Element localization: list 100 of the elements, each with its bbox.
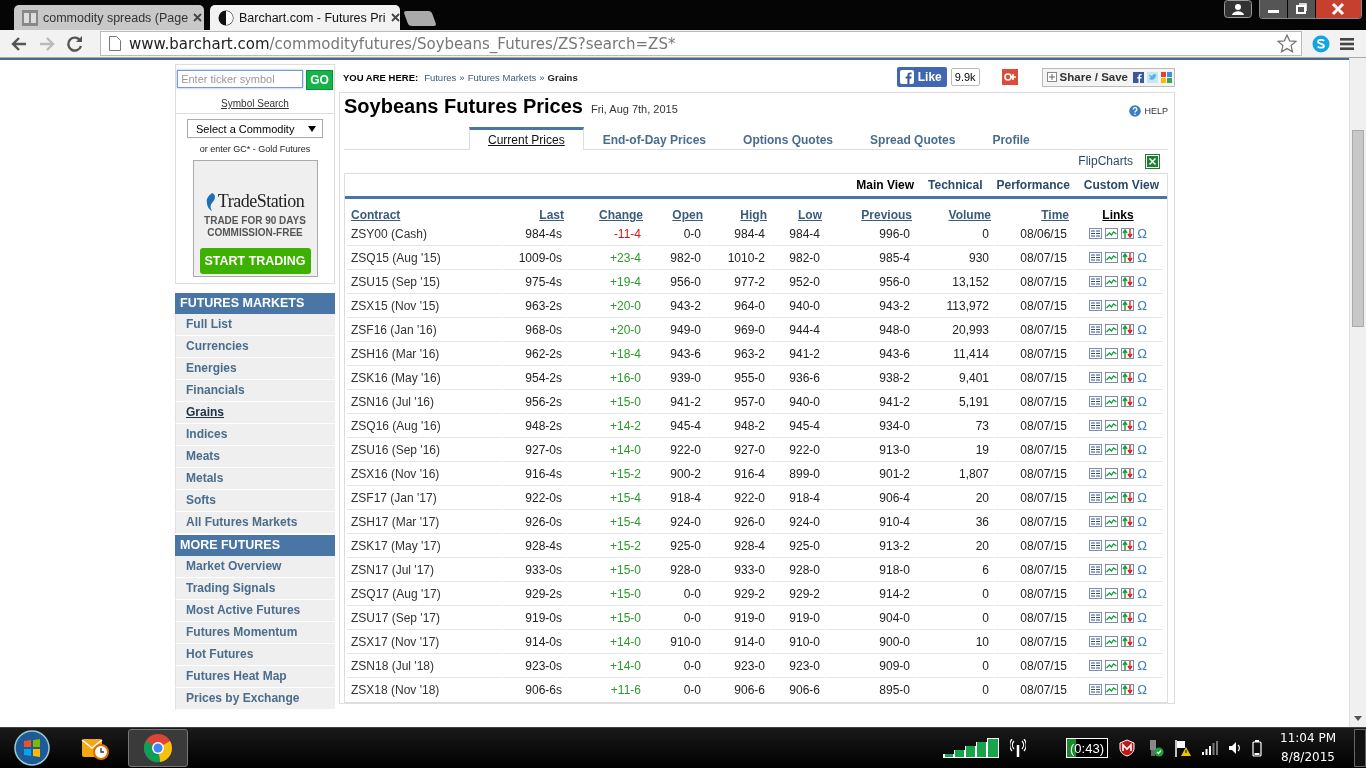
close-icon[interactable] bbox=[193, 13, 203, 22]
up-down-arrows-icon[interactable] bbox=[1121, 588, 1135, 599]
line-chart-icon[interactable] bbox=[1105, 516, 1119, 527]
up-down-arrows-icon[interactable] bbox=[1121, 372, 1135, 383]
table-cell[interactable]: ZSH17 (Mar '17) bbox=[347, 510, 503, 534]
sidebar-link[interactable]: Metals bbox=[175, 468, 335, 490]
commodity-select[interactable]: Select a Commodity bbox=[187, 119, 323, 138]
omega-link[interactable]: Ω bbox=[1137, 298, 1147, 313]
column-header[interactable]: Low bbox=[798, 208, 822, 222]
up-down-arrows-icon[interactable] bbox=[1121, 516, 1135, 527]
table-cell[interactable]: ZSK17 (May '17) bbox=[347, 534, 503, 558]
breadcrumb-link[interactable]: Futures bbox=[424, 71, 457, 83]
table-icon[interactable] bbox=[1089, 252, 1103, 263]
table-cell[interactable]: ZSX15 (Nov '15) bbox=[347, 294, 503, 318]
up-down-arrows-icon[interactable] bbox=[1121, 348, 1135, 359]
line-chart-icon[interactable] bbox=[1105, 612, 1119, 623]
column-header[interactable]: Last bbox=[539, 208, 564, 222]
line-chart-icon[interactable] bbox=[1105, 492, 1119, 503]
shield-icon[interactable] bbox=[1118, 739, 1136, 757]
line-chart-icon[interactable] bbox=[1105, 228, 1119, 239]
breadcrumb-link[interactable]: Futures Markets bbox=[467, 71, 537, 83]
table-cell[interactable]: ZSX18 (Nov '18) bbox=[347, 678, 503, 701]
up-down-arrows-icon[interactable] bbox=[1121, 636, 1135, 647]
scrollbar[interactable] bbox=[1349, 58, 1366, 727]
omega-link[interactable]: Ω bbox=[1137, 370, 1147, 385]
column-header[interactable]: Time bbox=[1041, 208, 1069, 222]
omega-link[interactable]: Ω bbox=[1137, 226, 1147, 241]
omega-link[interactable]: Ω bbox=[1137, 634, 1147, 649]
table-cell[interactable]: ZSQ17 (Aug '17) bbox=[347, 582, 503, 606]
share-save-button[interactable]: Share / Save bbox=[1041, 67, 1175, 87]
table-icon[interactable] bbox=[1089, 516, 1103, 527]
page-tab[interactable]: End-of-Day Prices bbox=[584, 127, 725, 149]
up-down-arrows-icon[interactable] bbox=[1121, 252, 1135, 263]
flag-warning-icon[interactable] bbox=[1174, 739, 1192, 757]
table-icon[interactable] bbox=[1089, 492, 1103, 503]
table-cell[interactable]: ZSU17 (Sep '17) bbox=[347, 606, 503, 630]
line-chart-icon[interactable] bbox=[1105, 276, 1119, 287]
browser-tab[interactable]: Barchart.com - Futures Pri bbox=[210, 5, 400, 30]
table-cell[interactable]: ZSX16 (Nov '16) bbox=[347, 462, 503, 486]
omega-link[interactable]: Ω bbox=[1137, 658, 1147, 673]
up-down-arrows-icon[interactable] bbox=[1121, 540, 1135, 551]
table-cell[interactable]: ZSF17 (Jan '17) bbox=[347, 486, 503, 510]
omega-link[interactable]: Ω bbox=[1137, 274, 1147, 289]
sidebar-link[interactable]: Softs bbox=[175, 490, 335, 512]
column-header[interactable]: High bbox=[740, 208, 767, 222]
up-down-arrows-icon[interactable] bbox=[1121, 660, 1135, 671]
start-orb-icon[interactable] bbox=[12, 728, 52, 768]
omega-link[interactable]: Ω bbox=[1137, 514, 1147, 529]
sidebar-link[interactable]: Hot Futures bbox=[175, 644, 335, 666]
line-chart-icon[interactable] bbox=[1105, 324, 1119, 335]
omega-link[interactable]: Ω bbox=[1137, 682, 1147, 697]
up-down-arrows-icon[interactable] bbox=[1121, 612, 1135, 623]
table-cell[interactable]: ZSN18 (Jul '18) bbox=[347, 654, 503, 678]
omega-link[interactable]: Ω bbox=[1137, 586, 1147, 601]
table-icon[interactable] bbox=[1089, 612, 1103, 623]
table-icon[interactable] bbox=[1089, 636, 1103, 647]
table-icon[interactable] bbox=[1089, 372, 1103, 383]
network-bars-icon[interactable] bbox=[1202, 741, 1218, 755]
table-icon[interactable] bbox=[1089, 444, 1103, 455]
table-icon[interactable] bbox=[1089, 420, 1103, 431]
sidebar-link[interactable]: Trading Signals bbox=[175, 578, 335, 600]
table-cell[interactable]: ZSU16 (Sep '16) bbox=[347, 438, 503, 462]
up-down-arrows-icon[interactable] bbox=[1121, 276, 1135, 287]
page-tab[interactable]: Current Prices bbox=[469, 127, 584, 150]
table-icon[interactable] bbox=[1089, 588, 1103, 599]
address-bar[interactable]: www.barchart.com/commodityfutures/Soybeans_Futures/ZS?search=ZS* bbox=[100, 31, 1302, 56]
table-icon[interactable] bbox=[1089, 348, 1103, 359]
line-chart-icon[interactable] bbox=[1105, 684, 1119, 695]
table-cell[interactable]: ZSQ16 (Aug '16) bbox=[347, 414, 503, 438]
line-chart-icon[interactable] bbox=[1105, 540, 1119, 551]
battery-icon[interactable] bbox=[1252, 739, 1262, 757]
line-chart-icon[interactable] bbox=[1105, 636, 1119, 647]
view-link[interactable]: Performance bbox=[996, 178, 1070, 192]
page-tab[interactable]: Options Quotes bbox=[725, 127, 852, 149]
line-chart-icon[interactable] bbox=[1105, 444, 1119, 455]
omega-link[interactable]: Ω bbox=[1137, 562, 1147, 577]
table-cell[interactable]: ZSN17 (Jul '17) bbox=[347, 558, 503, 582]
line-chart-icon[interactable] bbox=[1105, 420, 1119, 431]
table-cell[interactable]: ZSK16 (May '16) bbox=[347, 366, 503, 390]
omega-link[interactable]: Ω bbox=[1137, 418, 1147, 433]
line-chart-icon[interactable] bbox=[1105, 372, 1119, 383]
browser-tab[interactable]: commodity spreads (Page bbox=[14, 5, 204, 30]
column-header[interactable]: Volume bbox=[948, 208, 991, 222]
back-icon[interactable] bbox=[10, 35, 28, 52]
line-chart-icon[interactable] bbox=[1105, 660, 1119, 671]
sidebar-link[interactable]: Prices by Exchange bbox=[175, 688, 335, 710]
omega-link[interactable]: Ω bbox=[1137, 610, 1147, 625]
omega-link[interactable]: Ω bbox=[1137, 466, 1147, 481]
table-icon[interactable] bbox=[1089, 540, 1103, 551]
page-tab[interactable]: Spread Quotes bbox=[852, 127, 974, 149]
view-link[interactable]: Technical bbox=[928, 178, 983, 192]
scroll-thumb[interactable] bbox=[1352, 130, 1364, 327]
table-icon[interactable] bbox=[1089, 300, 1103, 311]
like-button[interactable]: Like bbox=[896, 67, 947, 87]
table-icon[interactable] bbox=[1089, 660, 1103, 671]
sidebar-link[interactable]: Most Active Futures bbox=[175, 600, 335, 622]
column-header[interactable]: Contract bbox=[351, 208, 401, 222]
line-chart-icon[interactable] bbox=[1105, 396, 1119, 407]
minimize-icon[interactable] bbox=[1260, 0, 1287, 18]
excel-icon[interactable] bbox=[1145, 153, 1160, 169]
